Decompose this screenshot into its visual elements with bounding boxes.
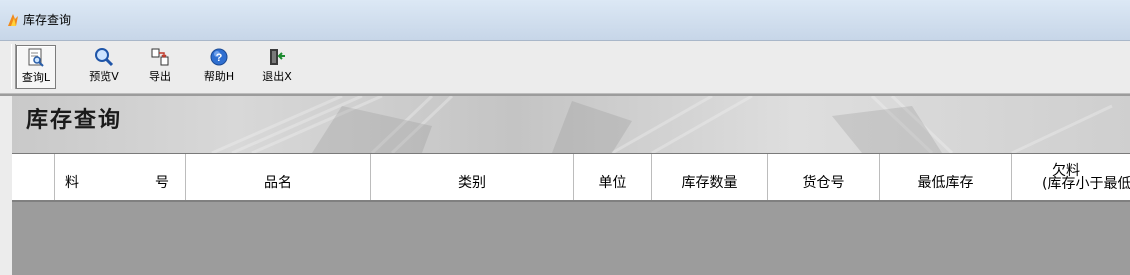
window-titlebar: 库存查询 xyxy=(0,0,1130,41)
grid-header: 料 号 品名 类别 单位 库存数量 货仓号 最低库存 欠料 (库存小于最低 xyxy=(12,153,1130,202)
help-button-label: 帮助H xyxy=(203,70,235,83)
banner-background-art xyxy=(211,96,1113,153)
query-button-label: 查询L xyxy=(21,71,51,84)
column-header-unit[interactable]: 单位 xyxy=(574,154,652,200)
column-header-part-number-label-b: 号 xyxy=(155,175,169,191)
column-header-warehouse-no[interactable]: 货仓号 xyxy=(768,154,880,200)
export-button-label: 导出 xyxy=(149,70,171,83)
preview-button[interactable]: 预览V xyxy=(82,45,126,89)
column-header-stock-qty[interactable]: 库存数量 xyxy=(652,154,768,200)
query-document-icon xyxy=(28,48,44,67)
inventory-grid[interactable]: 料 号 品名 类别 单位 库存数量 货仓号 最低库存 欠料 (库存小于最低 xyxy=(12,153,1130,275)
column-header-min-stock[interactable]: 最低库存 xyxy=(880,154,1012,200)
column-header-category[interactable]: 类别 xyxy=(371,154,574,200)
help-icon: ? xyxy=(210,48,228,66)
column-header-shortage-sublabel: (库存小于最低 xyxy=(1042,176,1130,192)
column-header-shortage[interactable]: 欠料 (库存小于最低 xyxy=(1012,154,1130,200)
column-header-stock-qty-label: 库存数量 xyxy=(681,175,738,191)
exit-button-label: 退出X xyxy=(262,70,292,83)
exit-door-icon xyxy=(270,49,285,65)
column-header-unit-label: 单位 xyxy=(598,175,627,191)
svg-text:?: ? xyxy=(216,52,223,64)
export-button[interactable]: 导出 xyxy=(140,45,180,89)
column-header-product-name[interactable]: 品名 xyxy=(186,154,371,200)
column-header-category-label: 类别 xyxy=(458,175,486,191)
header-banner: 库存查询 xyxy=(12,96,1130,153)
toolbar: 查询L 预览V 导出 ? 帮助H 退出X xyxy=(0,41,1130,94)
column-header-indicator[interactable] xyxy=(12,154,55,200)
column-header-product-name-label: 品名 xyxy=(264,175,292,191)
app-flame-icon xyxy=(8,14,18,26)
column-header-part-number[interactable]: 料 号 xyxy=(55,154,186,200)
banner-title: 库存查询 xyxy=(26,107,123,133)
column-header-part-number-label-a: 料 xyxy=(65,175,79,191)
export-icon xyxy=(151,48,169,66)
query-button[interactable]: 查询L xyxy=(16,45,56,89)
column-header-warehouse-no-label: 货仓号 xyxy=(802,175,845,191)
window-title: 库存查询 xyxy=(23,13,72,27)
column-header-min-stock-label: 最低库存 xyxy=(917,175,974,191)
preview-magnifier-icon xyxy=(95,48,114,67)
help-button[interactable]: ? 帮助H xyxy=(197,45,241,89)
exit-button[interactable]: 退出X xyxy=(257,45,297,89)
preview-button-label: 预览V xyxy=(89,70,119,83)
